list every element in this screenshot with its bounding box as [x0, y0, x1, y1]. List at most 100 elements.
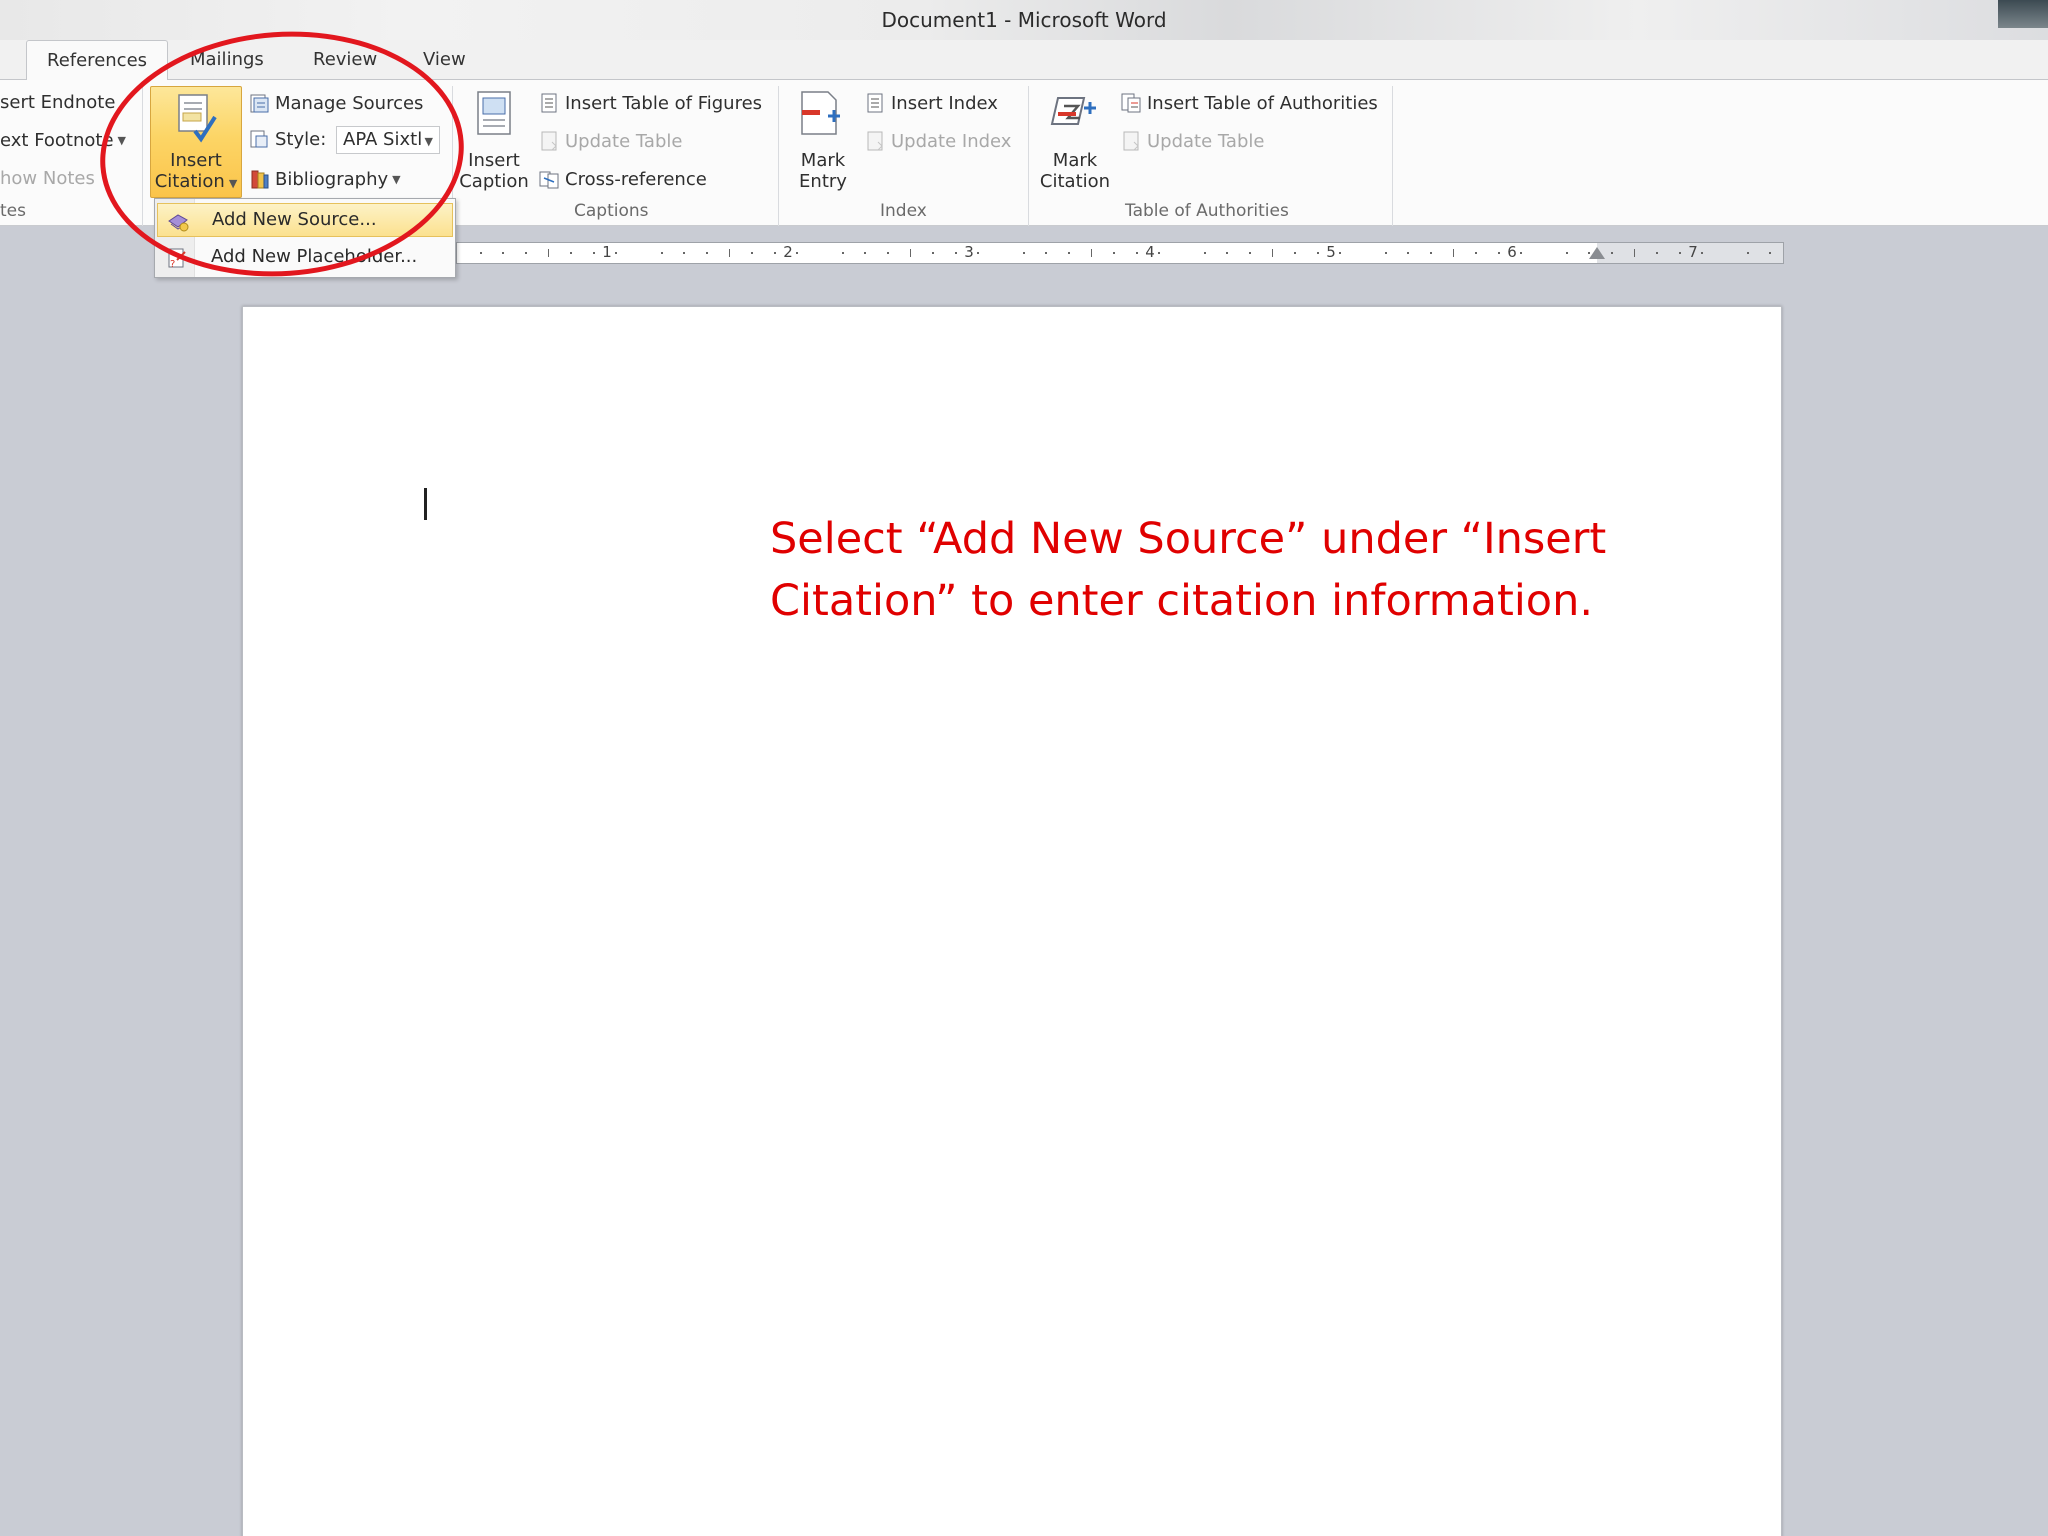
- insert-citation-icon: [171, 91, 221, 145]
- show-notes-button[interactable]: how Notes: [0, 168, 95, 189]
- cross-reference-button[interactable]: Cross-reference: [538, 168, 707, 190]
- ruler-tick: [1678, 252, 1681, 254]
- ruler-tick: [1248, 252, 1251, 254]
- ruler-tick: [751, 252, 754, 254]
- text-cursor: [424, 488, 427, 520]
- index-group-label: Index: [880, 201, 927, 221]
- insert-table-of-authorities-button[interactable]: Insert Table of Authorities: [1120, 92, 1378, 114]
- ruler-tick: [683, 252, 686, 254]
- chevron-down-icon: ▼: [228, 177, 238, 190]
- manage-sources-label: Manage Sources: [275, 92, 424, 114]
- ruler-tick: [1746, 252, 1749, 254]
- group-separator: [142, 86, 143, 226]
- add-placeholder-icon: ?: [165, 246, 189, 270]
- ruler-tick: [932, 252, 935, 254]
- ruler-tick: [1135, 252, 1138, 254]
- insert-table-of-figures-label: Insert Table of Figures: [565, 92, 763, 114]
- captions-group-label: Captions: [574, 201, 649, 221]
- mark-entry-icon: [796, 88, 846, 142]
- insert-table-of-authorities-label: Insert Table of Authorities: [1147, 92, 1378, 114]
- mark-entry-button[interactable]: Mark Entry: [790, 150, 856, 192]
- insert-table-of-figures-button[interactable]: Insert Table of Figures: [538, 92, 762, 114]
- ruler-tick: [1701, 252, 1704, 254]
- ruler-tick: [1384, 252, 1387, 254]
- svg-text:?: ?: [170, 259, 175, 270]
- horizontal-ruler[interactable]: 1 2 3 4 5 6 7: [456, 242, 1784, 264]
- insert-citation-label: Insert Citation ▼: [154, 150, 238, 192]
- style-control: Style:: [248, 128, 326, 150]
- add-source-icon: [166, 209, 190, 233]
- next-footnote-label: ext Footnote: [0, 130, 114, 151]
- ruler-tick: [954, 252, 957, 254]
- insert-index-icon: [864, 92, 886, 114]
- ruler-tick: [1407, 252, 1410, 254]
- title-bar: Document1 - Microsoft Word: [0, 0, 2048, 40]
- insert-endnote-button[interactable]: sert Endnote: [0, 92, 115, 113]
- tab-references[interactable]: References: [26, 40, 169, 81]
- ruler-tick: [1158, 252, 1161, 254]
- insert-caption-icon: [470, 88, 520, 142]
- ruler-tick: [1113, 252, 1116, 254]
- add-new-placeholder-label: Add New Placeholder...: [211, 246, 418, 267]
- tab-review[interactable]: Review: [313, 49, 377, 70]
- next-footnote-button[interactable]: ext Footnote ▼: [0, 130, 126, 151]
- ruler-tick: [524, 252, 527, 254]
- manage-sources-button[interactable]: Manage Sources: [248, 92, 423, 114]
- update-index-label: Update Index: [891, 130, 1012, 152]
- update-table-authorities-label: Update Table: [1147, 130, 1265, 152]
- table-of-figures-icon: [538, 92, 560, 114]
- style-value: APA Sixtl: [343, 129, 423, 150]
- add-new-source-label: Add New Source...: [212, 209, 377, 230]
- ruler-tick: [1316, 252, 1319, 254]
- update-table-authorities-button[interactable]: Update Table: [1120, 130, 1264, 152]
- ruler-number: 4: [1145, 243, 1155, 261]
- ruler-tick: [1633, 249, 1635, 257]
- ruler-tick: [1226, 252, 1229, 254]
- window-title: Document1 - Microsoft Word: [881, 8, 1167, 32]
- update-index-button[interactable]: Update Index: [864, 130, 1011, 152]
- ruler-tick: [1656, 252, 1659, 254]
- ruler-tick: [1565, 252, 1568, 254]
- footnotes-group-label: tes: [0, 201, 26, 221]
- style-icon: [248, 128, 270, 150]
- cross-reference-label: Cross-reference: [565, 168, 707, 190]
- insert-citation-menu: Add New Source... ? Add New Placeholder.…: [154, 198, 456, 278]
- insert-endnote-label: sert Endnote: [0, 92, 116, 113]
- add-new-placeholder-item[interactable]: ? Add New Placeholder...: [157, 241, 453, 275]
- cross-reference-icon: [538, 168, 560, 190]
- ruler-number: 7: [1688, 243, 1698, 261]
- ruler-tick: [796, 252, 799, 254]
- ruler-tick: [1022, 252, 1025, 254]
- ruler-tick: [1452, 249, 1454, 257]
- style-dropdown[interactable]: APA Sixtl ▼: [336, 126, 440, 154]
- chevron-down-icon: ▼: [117, 134, 127, 147]
- insert-index-button[interactable]: Insert Index: [864, 92, 998, 114]
- ruler-tick: [1067, 252, 1070, 254]
- tab-view[interactable]: View: [423, 49, 466, 70]
- ruler-tick: [1339, 252, 1342, 254]
- ruler-tick: [1294, 252, 1297, 254]
- group-separator: [1392, 86, 1393, 226]
- mark-citation-button[interactable]: Mark Citation: [1034, 150, 1116, 192]
- bibliography-button[interactable]: Bibliography ▼: [248, 168, 401, 190]
- ruler-tick: [977, 252, 980, 254]
- tab-mailings[interactable]: Mailings: [190, 49, 264, 70]
- ruler-tick: [1090, 249, 1092, 257]
- ruler-tick: [909, 249, 911, 257]
- ruler-tick: [886, 252, 889, 254]
- add-new-source-item[interactable]: Add New Source...: [157, 203, 453, 237]
- insert-caption-button[interactable]: Insert Caption: [456, 150, 532, 192]
- window-controls[interactable]: [1998, 0, 2048, 28]
- ruler-tick: [1045, 252, 1048, 254]
- ruler-tick: [1497, 252, 1500, 254]
- ruler-tick: [479, 252, 482, 254]
- ribbon-tab-strip: References Mailings Review View: [0, 40, 2048, 81]
- ruler-number: 6: [1507, 243, 1517, 261]
- document-page[interactable]: [242, 306, 1782, 1536]
- ruler-tick: [502, 252, 505, 254]
- authorities-group-label: Table of Authorities: [1125, 201, 1289, 221]
- update-table-figures-button[interactable]: Update Table: [538, 130, 682, 152]
- right-indent-marker[interactable]: [1589, 247, 1605, 259]
- ruler-tick: [660, 252, 663, 254]
- ruler-tick: [1475, 252, 1478, 254]
